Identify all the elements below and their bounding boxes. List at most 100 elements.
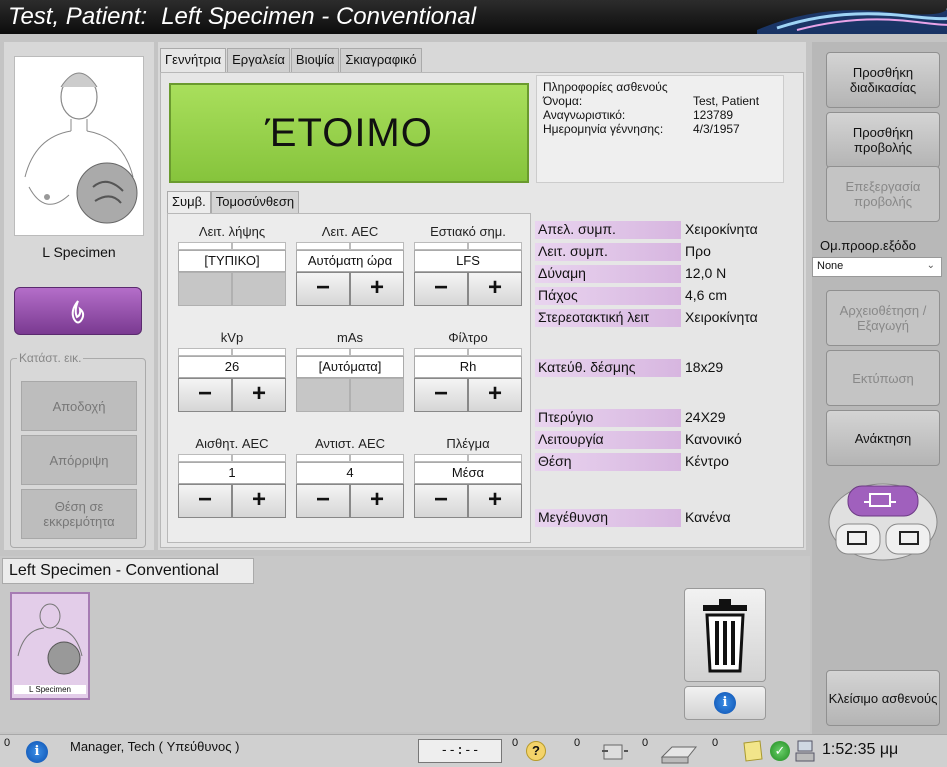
accept-button[interactable]: Αποδοχή — [21, 381, 137, 431]
subtab-conventional[interactable]: Συμβ. — [167, 191, 211, 213]
aec-mode-value: Αυτόματη ώρα — [296, 250, 404, 272]
magnification-label: Μεγέθυνση — [535, 509, 681, 527]
position-value: Κέντρο — [685, 453, 729, 469]
grid-value: Μέσα — [414, 462, 522, 484]
edit-view-button[interactable]: Επεξεργασία προβολής — [826, 166, 940, 222]
kvp-control: kVp 26 − + — [178, 330, 286, 412]
breast-diagram-icon — [14, 56, 144, 236]
expose-button[interactable] — [14, 287, 142, 335]
retrieve-button[interactable]: Ανάκτηση — [826, 410, 940, 466]
paddle-shift-control[interactable] — [826, 480, 940, 564]
tab-tools[interactable]: Εργαλεία — [227, 48, 290, 72]
exposure-subtabs: Συμβ. Τομοσύνθεση — [167, 191, 300, 213]
exposure-parameters: Λειτ. λήψης [ΤΥΠΙΚΟ] Λειτ. AEC Αυτόματη … — [167, 213, 531, 543]
main-tabs: Γεννήτρια Εργαλεία Βιοψία Σκιαγραφικό — [160, 48, 423, 72]
paddle-value: 24X29 — [685, 409, 726, 425]
function-label: Λειτουργία — [535, 431, 681, 449]
aec-compensation-minus-button[interactable]: − — [296, 484, 350, 518]
tab-biopsy[interactable]: Βιοψία — [290, 48, 340, 72]
aec-sensor-value: 1 — [178, 462, 286, 484]
compression-release-value: Χειροκίνητα — [685, 221, 758, 237]
kvp-minus-button[interactable]: − — [178, 378, 232, 412]
add-view-button[interactable]: Προσθήκη προβολής — [826, 112, 940, 168]
aec-compensation-plus-button[interactable]: + — [350, 484, 404, 518]
info-button[interactable]: i — [684, 686, 766, 720]
trash-button[interactable] — [684, 588, 766, 682]
function-row: Λειτουργία Κανονικό — [535, 431, 801, 449]
output-group-label: Ομ.προορ.εξόδο — [820, 238, 917, 253]
paddle-label: Πτερύγιο — [535, 409, 681, 427]
focal-spot-minus-button[interactable]: − — [414, 272, 468, 306]
paddle-row: Πτερύγιο 24X29 — [535, 409, 801, 427]
mas-value: [Αυτόματα] — [296, 356, 404, 378]
kvp-plus-button[interactable]: + — [232, 378, 286, 412]
archive-export-button[interactable]: Αρχειοθέτηση / Εξαγωγή — [826, 290, 940, 346]
thickness-value: 4,6 cm — [685, 287, 728, 303]
exposure-timer: --:-- — [418, 739, 502, 763]
aec-compensation-label: Αντιστ. AEC — [314, 436, 386, 451]
aec-sensor-plus-button[interactable]: + — [232, 484, 286, 518]
patient-dob-value: 4/3/1957 — [693, 122, 740, 136]
patient-name-value: Test, Patient — [693, 94, 760, 108]
output-group-select[interactable]: None ⌄ — [812, 257, 942, 277]
filter-value: Rh — [414, 356, 522, 378]
print-button[interactable]: Εκτύπωση — [826, 350, 940, 406]
grid-control: Πλέγμα Μέσα − + — [414, 436, 522, 518]
clock: 1:52:35 μμ — [822, 741, 899, 758]
aec-sensor-control: Αισθητ. AEC 1 − + — [178, 436, 286, 518]
reject-button[interactable]: Απόρριψη — [21, 435, 137, 485]
output-group-value: None — [817, 260, 844, 272]
procedure-tab[interactable]: Left Specimen - Conventional — [2, 558, 254, 584]
aec-compensation-value: 4 — [296, 462, 404, 484]
filter-plus-button[interactable]: + — [468, 378, 522, 412]
printer-count: 0 — [712, 737, 719, 749]
help-icon[interactable]: ? — [526, 741, 546, 761]
patient-dob-label: Ημερομηνία γέννησης: — [543, 122, 664, 136]
info-icon[interactable]: i — [26, 741, 48, 763]
filter-control: Φίλτρο Rh − + — [414, 330, 522, 412]
mas-label: mAs — [337, 330, 363, 345]
thickness-row: Πάχος 4,6 cm — [535, 287, 801, 305]
beam-direction-value: 18x29 — [685, 359, 724, 375]
patient-name-title: Test, Patient: — [8, 3, 148, 30]
compression-release-label: Απελ. συμπ. — [535, 221, 681, 239]
info-icon: i — [714, 692, 736, 714]
aec-compensation-control: Αντιστ. AEC 4 − + — [296, 436, 404, 518]
tab-contrast[interactable]: Σκιαγραφικό — [340, 48, 422, 72]
right-panel: Προσθήκη διαδικασίας Προσθήκη προβολής Ε… — [812, 42, 947, 742]
aec-mode-control: Λειτ. AEC Αυτόματη ώρα − + — [296, 224, 404, 306]
network-icon[interactable] — [792, 739, 818, 765]
acquisition-mode-label: Λειτ. λήψης — [198, 224, 266, 239]
filter-minus-button[interactable]: − — [414, 378, 468, 412]
compression-mode-row: Λειτ. συμπ. Προ — [535, 243, 801, 261]
focal-spot-plus-button[interactable]: + — [468, 272, 522, 306]
tab-generator[interactable]: Γεννήτρια — [160, 48, 227, 72]
aec-mode-plus-button[interactable]: + — [350, 272, 404, 306]
procedure-title: Left Specimen - Conventional — [161, 3, 477, 30]
current-user[interactable]: Manager, Tech ( Υπεύθυνος ) — [70, 739, 239, 754]
close-patient-button[interactable]: Κλείσιμο ασθενούς — [826, 670, 940, 726]
help-count: 0 — [574, 737, 581, 749]
force-row: Δύναμη 12,0 N — [535, 265, 801, 283]
acquisition-mode-control: Λειτ. λήψης [ΤΥΠΙΚΟ] — [178, 224, 286, 306]
output-queue-icon[interactable] — [600, 739, 630, 763]
notes-icon[interactable] — [740, 739, 766, 763]
patient-info: Πληροφορίες ασθενούς Όνομα: Test, Patient… — [536, 75, 784, 183]
alert-count: 0 — [4, 737, 11, 749]
add-procedure-button[interactable]: Προσθήκη διαδικασίας — [826, 52, 940, 108]
chevron-down-icon: ⌄ — [926, 260, 935, 271]
aec-mode-minus-button[interactable]: − — [296, 272, 350, 306]
grid-plus-button[interactable]: + — [468, 484, 522, 518]
grid-minus-button[interactable]: − — [414, 484, 468, 518]
printer-icon[interactable] — [658, 739, 700, 765]
pending-button[interactable]: Θέση σε εκκρεμότητα — [21, 489, 137, 539]
focal-spot-control: Εστιακό σημ. LFS − + — [414, 224, 522, 306]
mas-control: mAs [Αυτόματα] — [296, 330, 404, 412]
acquisition-mode-value: [ΤΥΠΙΚΟ] — [178, 250, 286, 272]
aec-mode-label: Λειτ. AEC — [321, 224, 379, 239]
system-ok-icon[interactable]: ✓ — [770, 741, 790, 761]
aec-sensor-minus-button[interactable]: − — [178, 484, 232, 518]
patient-name-label: Όνομα: — [543, 94, 583, 108]
subtab-tomosynthesis[interactable]: Τομοσύνθεση — [210, 191, 300, 213]
view-thumbnail[interactable]: L Specimen — [10, 592, 90, 700]
